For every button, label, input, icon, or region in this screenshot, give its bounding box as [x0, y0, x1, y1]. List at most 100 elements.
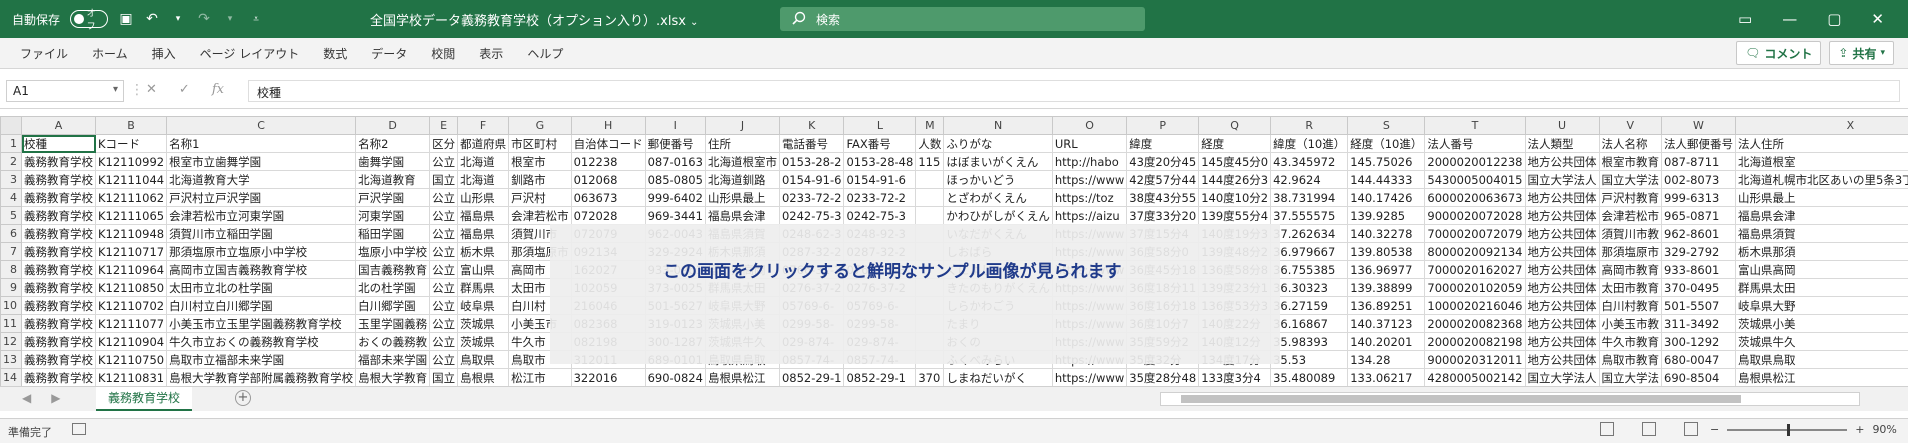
cell[interactable]: 福島県	[458, 207, 509, 225]
cell[interactable]: 地方公共団体	[1525, 189, 1599, 207]
cell[interactable]: 144度26分3	[1199, 171, 1271, 189]
cell[interactable]: 5430005004015	[1425, 171, 1525, 189]
cell[interactable]: 0154-91-6	[844, 171, 916, 189]
row-header[interactable]: 3	[1, 171, 22, 189]
minimize-icon[interactable]: —	[1782, 10, 1797, 28]
cell[interactable]: 公立	[430, 333, 458, 351]
cell[interactable]: 北海道根室	[1736, 153, 1908, 171]
column-header[interactable]: N	[944, 117, 1053, 135]
cell[interactable]: 義務教育学校	[22, 189, 96, 207]
cell[interactable]: 38度43分55	[1127, 189, 1199, 207]
cell[interactable]: 地方公共団体	[1525, 153, 1599, 171]
cell[interactable]: 北の杜学園	[356, 279, 430, 297]
cell[interactable]: 9000020312011	[1425, 351, 1525, 369]
row-header[interactable]: 1	[1, 135, 22, 153]
cell[interactable]: 戸沢学園	[356, 189, 430, 207]
cell[interactable]: 公立	[430, 153, 458, 171]
cell[interactable]: 962-8601	[1662, 225, 1736, 243]
column-header[interactable]: S	[1348, 117, 1425, 135]
cell[interactable]: 会津若松市立河東学園	[167, 207, 356, 225]
cell[interactable]: 35度28分48	[1127, 369, 1199, 387]
zoom-level[interactable]: 90%	[1872, 423, 1896, 436]
cell[interactable]: かわひがしがくえん	[944, 207, 1053, 225]
cell[interactable]: 2000020012238	[1425, 153, 1525, 171]
cell[interactable]: 市区町村	[509, 135, 572, 153]
cell[interactable]: 福島県会津	[705, 207, 779, 225]
cell[interactable]: はぼまいがくえん	[944, 153, 1053, 171]
cell[interactable]: K12111062	[96, 189, 167, 207]
cell[interactable]: 370	[916, 369, 944, 387]
page-layout-view-icon[interactable]	[1642, 422, 1656, 436]
formula-input[interactable]: 校種	[248, 80, 1900, 102]
cell[interactable]: 根室市立歯舞学園	[167, 153, 356, 171]
cell[interactable]: 134.28	[1348, 351, 1425, 369]
cell[interactable]: 公立	[430, 297, 458, 315]
cell[interactable]: K12111044	[96, 171, 167, 189]
cell[interactable]: 地方公共団体	[1525, 333, 1599, 351]
column-header[interactable]: H	[571, 117, 645, 135]
cell[interactable]: 須賀川市教	[1599, 225, 1662, 243]
column-header[interactable]: J	[705, 117, 779, 135]
cell[interactable]	[916, 207, 944, 225]
zoom-in-icon[interactable]: +	[1855, 423, 1864, 436]
cell[interactable]: 釧路市	[509, 171, 572, 189]
cell[interactable]: 戸沢村立戸沢学園	[167, 189, 356, 207]
cell[interactable]: 義務教育学校	[22, 225, 96, 243]
cell[interactable]: 0153-28-2	[779, 153, 844, 171]
cell[interactable]: 茨城県	[458, 333, 509, 351]
cell[interactable]: 根室市教育	[1599, 153, 1662, 171]
sample-overlay[interactable]: この画面をクリックすると鮮明なサンプル画像が見られます	[550, 224, 1280, 364]
cell[interactable]: 地方公共団体	[1525, 279, 1599, 297]
column-header[interactable]: I	[645, 117, 705, 135]
customize-toolbar-icon[interactable]: ⩡	[248, 11, 264, 27]
cell[interactable]: 965-0871	[1662, 207, 1736, 225]
add-sheet-icon[interactable]: +	[235, 390, 251, 406]
cell[interactable]: 経度	[1199, 135, 1271, 153]
name-box[interactable]: A1 ▾	[6, 80, 124, 102]
cell[interactable]: 7000020072079	[1425, 225, 1525, 243]
cell[interactable]: 会津若松市	[1599, 207, 1662, 225]
cell[interactable]: K12110717	[96, 243, 167, 261]
cell[interactable]: 人数	[916, 135, 944, 153]
column-header[interactable]: T	[1425, 117, 1525, 135]
cell[interactable]: 145度45分0	[1199, 153, 1271, 171]
cell[interactable]: 公立	[430, 225, 458, 243]
cell[interactable]: 140.20201	[1348, 333, 1425, 351]
cell[interactable]: 0242-75-3	[844, 207, 916, 225]
cell[interactable]: 北海道教育大学	[167, 171, 356, 189]
cell[interactable]: 133度3分4	[1199, 369, 1271, 387]
column-header[interactable]: K	[779, 117, 844, 135]
cell[interactable]: 公立	[430, 351, 458, 369]
cell[interactable]: 鳥取県	[458, 351, 509, 369]
cell[interactable]: Kコード	[96, 135, 167, 153]
cell[interactable]	[916, 189, 944, 207]
ribbon-display-options-icon[interactable]: ▭	[1738, 10, 1752, 28]
cell[interactable]: 福島県須賀	[1736, 225, 1908, 243]
row-header[interactable]: 8	[1, 261, 22, 279]
cell[interactable]: 法人郵便番号	[1662, 135, 1736, 153]
cell[interactable]: 1000020216046	[1425, 297, 1525, 315]
cell[interactable]: 法人名称	[1599, 135, 1662, 153]
cell[interactable]: 地方公共団体	[1525, 261, 1599, 279]
column-header[interactable]: A	[22, 117, 96, 135]
cell[interactable]: 国立	[430, 171, 458, 189]
cell[interactable]: 鳥取県鳥取	[1736, 351, 1908, 369]
column-header[interactable]: D	[356, 117, 430, 135]
column-header[interactable]: E	[430, 117, 458, 135]
cell[interactable]: 087-8711	[1662, 153, 1736, 171]
cell[interactable]: 370-0495	[1662, 279, 1736, 297]
cell[interactable]: 島根大学教育学部附属義務教育学校	[167, 369, 356, 387]
cell[interactable]: 岐阜県大野	[1736, 297, 1908, 315]
search-box[interactable]: 検索	[780, 7, 1145, 31]
cell[interactable]: K12110850	[96, 279, 167, 297]
cell[interactable]: 085-0805	[645, 171, 705, 189]
cell[interactable]: K12110750	[96, 351, 167, 369]
row-header[interactable]: 10	[1, 297, 22, 315]
cell[interactable]: 那須塩原市立塩原小中学校	[167, 243, 356, 261]
cell[interactable]: 42.9624	[1271, 171, 1348, 189]
cell[interactable]: 島根大学教育	[356, 369, 430, 387]
cell[interactable]: 999-6313	[1662, 189, 1736, 207]
cell[interactable]: 義務教育学校	[22, 261, 96, 279]
cell[interactable]: K12110948	[96, 225, 167, 243]
cell[interactable]: 島根県松江	[1736, 369, 1908, 387]
